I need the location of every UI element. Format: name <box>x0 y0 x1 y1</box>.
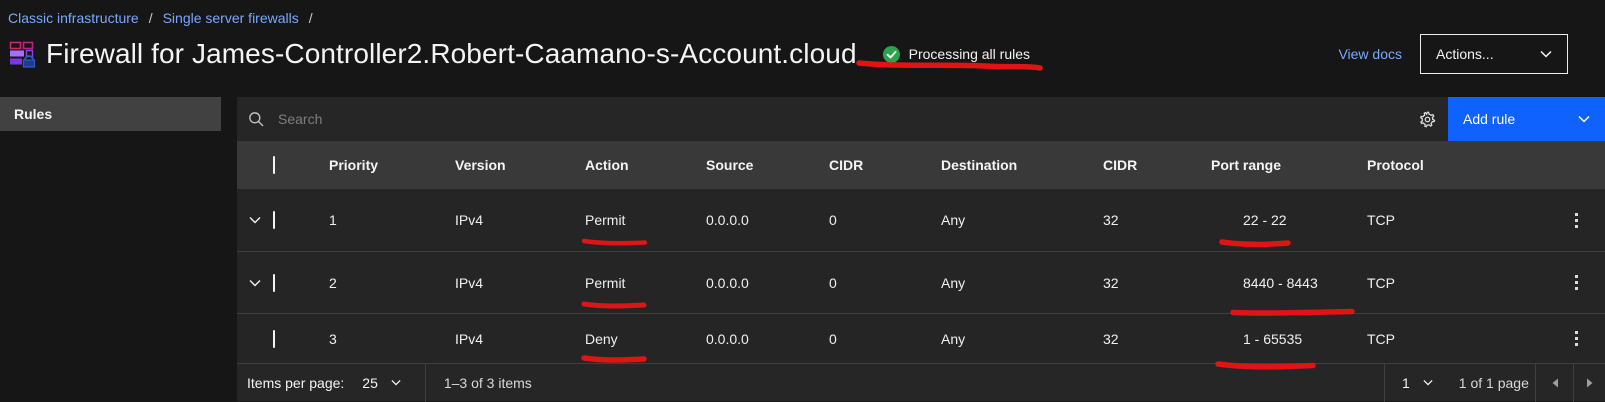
breadcrumb-classic-infrastructure[interactable]: Classic infrastructure <box>8 10 139 26</box>
cell-action: Permit <box>577 275 698 291</box>
cell-version: IPv4 <box>447 275 577 291</box>
table-row: 2 IPv4 Permit 0.0.0.0 0 Any 32 8440 - 84… <box>237 251 1605 313</box>
cell-destination: Any <box>933 212 1095 228</box>
row-overflow-menu-icon[interactable] <box>1547 213 1605 228</box>
column-header-cidr[interactable]: CIDR <box>821 157 933 173</box>
next-page-button[interactable] <box>1574 364 1605 402</box>
add-rule-label: Add rule <box>1463 111 1515 127</box>
row-expand-chevron-icon[interactable] <box>237 216 273 224</box>
cell-port-range: 8440 - 8443 <box>1203 275 1359 291</box>
cell-action: Permit <box>577 212 698 228</box>
sidebar-item-rules[interactable]: Rules <box>0 97 221 131</box>
column-header-dest-cidr[interactable]: CIDR <box>1095 157 1203 173</box>
breadcrumb-separator: / <box>149 10 153 26</box>
cell-protocol: TCP <box>1359 331 1547 347</box>
select-all-cell <box>273 157 321 173</box>
items-per-page: Items per page: 25 <box>237 375 401 391</box>
table-header-row: Priority Version Action Source CIDR Dest… <box>237 141 1605 189</box>
items-per-page-label: Items per page: <box>247 375 344 391</box>
page-title: Firewall for James-Controller2.Robert-Ca… <box>46 38 857 70</box>
cell-priority: 1 <box>321 212 447 228</box>
table-toolbar: Add rule <box>237 97 1605 141</box>
breadcrumb-single-server-firewalls[interactable]: Single server firewalls <box>163 10 299 26</box>
cell-dest-cidr: 32 <box>1095 275 1203 291</box>
cell-protocol: TCP <box>1359 212 1547 228</box>
cell-dest-cidr: 32 <box>1095 212 1203 228</box>
page-block: 1 1 of 1 page <box>1385 375 1535 391</box>
chevron-down-icon <box>1540 50 1552 58</box>
cell-port-range: 1 - 65535 <box>1203 331 1359 347</box>
column-header-destination[interactable]: Destination <box>933 157 1095 173</box>
main: Rules Add rule <box>0 97 1605 401</box>
status-label: Processing all rules <box>909 46 1030 62</box>
cell-source: 0.0.0.0 <box>698 212 821 228</box>
gear-icon <box>1419 111 1436 128</box>
chevron-down-icon <box>391 379 401 386</box>
pagination-range-text: 1–3 of 3 items <box>426 375 532 391</box>
actions-dropdown-label: Actions... <box>1436 46 1494 62</box>
caret-right-icon <box>1586 378 1594 388</box>
previous-page-button[interactable] <box>1536 364 1573 402</box>
cell-cidr: 0 <box>821 331 933 347</box>
items-per-page-select[interactable]: 25 <box>362 375 401 391</box>
cell-version: IPv4 <box>447 331 577 347</box>
cell-version: IPv4 <box>447 212 577 228</box>
page-number-select[interactable]: 1 <box>1402 375 1433 391</box>
title-row: Firewall for James-Controller2.Robert-Ca… <box>8 34 1568 74</box>
items-per-page-value: 25 <box>362 375 378 391</box>
cell-protocol: TCP <box>1359 275 1547 291</box>
page-header: Classic infrastructure / Single server f… <box>0 0 1605 97</box>
cell-cidr: 0 <box>821 212 933 228</box>
search-icon <box>248 111 264 127</box>
cell-port-range: 22 - 22 <box>1203 212 1359 228</box>
view-docs-link[interactable]: View docs <box>1338 46 1402 62</box>
cell-priority: 2 <box>321 275 447 291</box>
pagination-bar: Items per page: 25 1–3 of 3 items 1 1 of… <box>237 363 1605 401</box>
caret-left-icon <box>1551 378 1559 388</box>
cell-destination: Any <box>933 331 1095 347</box>
row-expand-chevron-icon[interactable] <box>237 279 273 287</box>
sidebar: Rules <box>0 97 221 401</box>
select-all-checkbox[interactable] <box>273 156 275 174</box>
column-header-version[interactable]: Version <box>447 157 577 173</box>
cell-cidr: 0 <box>821 275 933 291</box>
column-header-protocol[interactable]: Protocol <box>1359 157 1547 173</box>
table-settings-button[interactable] <box>1406 97 1448 141</box>
table-row: 3 IPv4 Deny 0.0.0.0 0 Any 32 1 - 65535 T… <box>237 313 1605 363</box>
row-overflow-menu-icon[interactable] <box>1547 331 1605 346</box>
cell-source: 0.0.0.0 <box>698 331 821 347</box>
row-checkbox[interactable] <box>273 274 275 292</box>
cell-source: 0.0.0.0 <box>698 275 821 291</box>
status-badge: Processing all rules <box>883 46 1030 63</box>
search-field[interactable] <box>237 97 1406 141</box>
column-header-priority[interactable]: Priority <box>321 157 447 173</box>
column-header-action[interactable]: Action <box>577 157 698 173</box>
page-number-value: 1 <box>1402 375 1410 391</box>
breadcrumb-separator: / <box>309 10 313 26</box>
page-count-text: 1 of 1 page <box>1459 375 1529 391</box>
row-checkbox[interactable] <box>273 211 275 229</box>
cell-destination: Any <box>933 275 1095 291</box>
column-header-port-range[interactable]: Port range <box>1203 157 1359 173</box>
firewall-icon <box>8 40 36 68</box>
breadcrumb: Classic infrastructure / Single server f… <box>8 10 1568 26</box>
row-overflow-menu-icon[interactable] <box>1547 275 1605 290</box>
cell-action: Deny <box>577 331 698 347</box>
chevron-down-icon <box>1578 115 1590 123</box>
row-checkbox[interactable] <box>273 330 275 348</box>
search-input[interactable] <box>278 111 1406 127</box>
add-rule-button[interactable]: Add rule <box>1448 97 1605 141</box>
cell-dest-cidr: 32 <box>1095 331 1203 347</box>
content: Add rule Priority Version Action Source … <box>237 97 1605 401</box>
cell-priority: 3 <box>321 331 447 347</box>
chevron-down-icon <box>1423 379 1433 386</box>
table-row: 1 IPv4 Permit 0.0.0.0 0 Any 32 22 - 22 T… <box>237 189 1605 251</box>
actions-dropdown[interactable]: Actions... <box>1420 34 1568 74</box>
sidebar-item-label: Rules <box>14 106 52 122</box>
success-check-icon <box>883 46 900 63</box>
column-header-source[interactable]: Source <box>698 157 821 173</box>
